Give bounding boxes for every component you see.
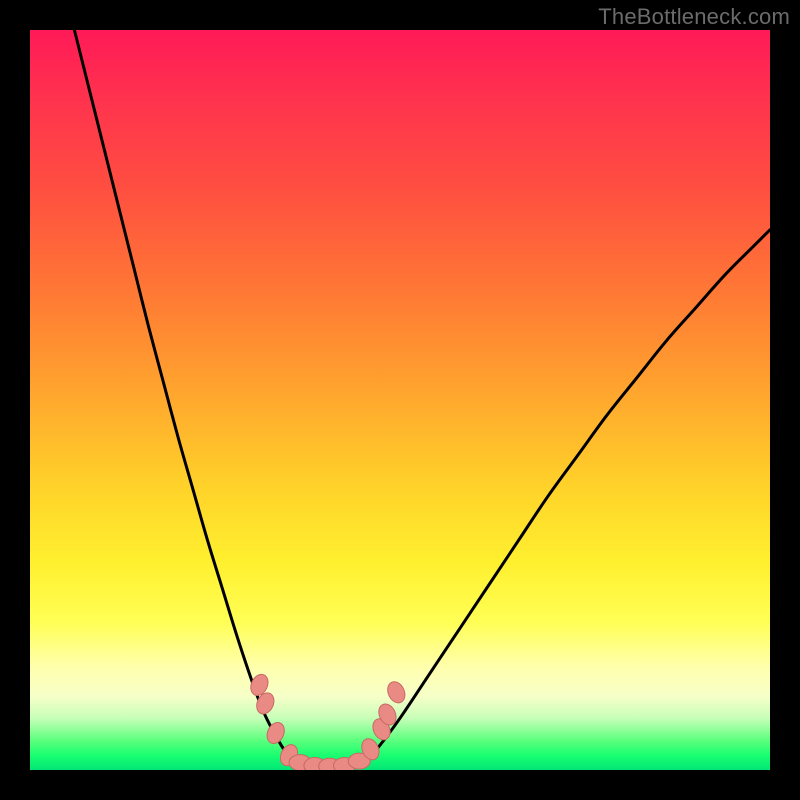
watermark-text: TheBottleneck.com [598,4,790,30]
bottleneck-curve [74,30,770,768]
curve-marker [384,679,408,706]
chart-frame: TheBottleneck.com [0,0,800,800]
curve-layer [30,30,770,770]
plot-area [30,30,770,770]
v-curve-path [74,30,770,768]
marker-group [248,672,409,770]
curve-marker [264,720,288,747]
